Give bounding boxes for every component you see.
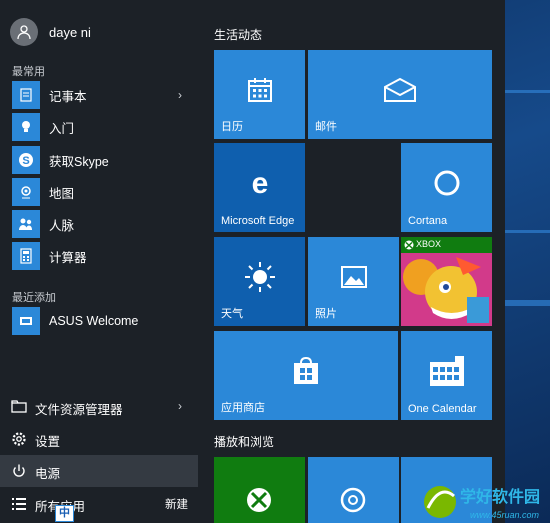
cortana-icon — [434, 170, 459, 196]
maps-icon — [12, 178, 40, 206]
section-recently-added: 最近添加 — [12, 292, 56, 304]
user-icon — [17, 25, 31, 40]
user-name: daye ni — [49, 24, 91, 40]
file-explorer-label: 文件资源管理器 — [35, 403, 123, 417]
app-notepad[interactable]: 记事本 › — [0, 79, 205, 111]
light-beam — [505, 230, 550, 233]
app-skype[interactable]: S 获取Skype — [0, 144, 205, 176]
app-label: 地图 — [49, 186, 75, 201]
skype-icon: S — [12, 146, 40, 174]
power-item[interactable]: 电源 — [0, 455, 198, 487]
app-maps[interactable]: 地图 — [0, 176, 205, 208]
tile-weather[interactable]: 天气 — [214, 237, 305, 326]
site-watermark-logo: 学好软件园 www.45ruan.com — [424, 486, 540, 520]
tile-label: 日历 — [221, 121, 243, 133]
calendar-icon — [247, 78, 272, 103]
list-icon — [12, 498, 26, 510]
people-icon — [12, 210, 40, 238]
settings-item[interactable]: 设置 — [0, 423, 205, 455]
xbox-banner: XBOX — [401, 237, 492, 252]
tile-xbox-game[interactable]: XBOX — [401, 237, 492, 326]
svg-text:S: S — [22, 155, 29, 167]
tile-groove-music[interactable] — [308, 457, 399, 523]
tile-label: 照片 — [315, 308, 337, 320]
sun-icon — [244, 262, 275, 293]
tile-label: 天气 — [221, 308, 243, 320]
start-menu: daye ni 最常用 记事本 › 入门 S 获取Skype 地图 人脉 计算器… — [0, 0, 505, 523]
tile-cortana[interactable]: Cortana — [401, 143, 492, 232]
section-most-used: 最常用 — [12, 66, 45, 78]
tile-label: One Calendar — [408, 403, 477, 415]
svg-text:e: e — [251, 168, 268, 198]
user-account[interactable]: daye ni — [10, 17, 91, 47]
light-beam — [505, 90, 550, 93]
one-calendar-icon — [429, 356, 464, 387]
all-apps-item[interactable]: 所有应用 新建 — [0, 488, 205, 520]
app-get-started[interactable]: 入门 — [0, 111, 205, 143]
app-label: ASUS Welcome — [49, 314, 139, 328]
asus-icon — [12, 307, 40, 335]
app-label: 获取Skype — [49, 154, 109, 169]
tile-label: Microsoft Edge — [221, 215, 295, 227]
ime-indicator[interactable]: 中 — [55, 505, 74, 522]
tile-label: 应用商店 — [221, 402, 265, 414]
start-left-pane: daye ni 最常用 记事本 › 入门 S 获取Skype 地图 人脉 计算器… — [0, 0, 205, 523]
group-label-play[interactable]: 播放和浏览 — [214, 433, 274, 450]
app-calculator[interactable]: 计算器 — [0, 240, 205, 272]
folder-icon — [11, 400, 27, 413]
app-label: 人脉 — [49, 218, 75, 233]
lightbulb-icon — [12, 113, 40, 141]
xbox-badge: XBOX — [416, 239, 442, 249]
settings-label: 设置 — [35, 435, 61, 449]
calculator-icon — [12, 242, 40, 270]
tile-edge[interactable]: e Microsoft Edge — [214, 143, 305, 232]
avatar — [10, 18, 38, 46]
tile-store[interactable]: 应用商店 — [214, 331, 398, 420]
svg-text:www.45ruan.com: www.45ruan.com — [470, 510, 540, 520]
chevron-right-icon[interactable]: › — [178, 399, 182, 413]
app-label: 记事本 — [49, 89, 87, 104]
xbox-icon — [247, 488, 271, 512]
tile-mail[interactable]: 邮件 — [308, 50, 492, 139]
edge-icon: e — [251, 168, 268, 198]
store-icon — [294, 357, 318, 385]
tile-label: Cortana — [408, 215, 448, 227]
tile-one-calendar[interactable]: One Calendar — [401, 331, 492, 420]
photos-icon — [340, 266, 367, 289]
mail-icon — [384, 77, 416, 103]
group-label-life[interactable]: 生活动态 — [214, 26, 262, 43]
svg-text:学好软件园: 学好软件园 — [460, 487, 540, 506]
app-asus-welcome[interactable]: ASUS Welcome — [0, 305, 205, 337]
power-icon — [13, 464, 25, 477]
xbox-icon — [404, 240, 414, 250]
music-disc-icon — [340, 487, 366, 513]
tile-photos[interactable]: 照片 — [308, 237, 399, 326]
chevron-right-icon[interactable]: › — [178, 88, 182, 102]
tile-calendar[interactable]: 日历 — [214, 50, 305, 139]
new-badge: 新建 — [165, 499, 188, 511]
tile-label: 邮件 — [315, 121, 337, 133]
app-label: 计算器 — [49, 250, 87, 265]
light-beam — [505, 300, 550, 306]
gear-icon — [12, 432, 26, 446]
notepad-icon — [12, 81, 40, 109]
app-label: 入门 — [49, 121, 75, 136]
power-label: 电源 — [35, 467, 61, 481]
file-explorer-item[interactable]: 文件资源管理器 › — [0, 391, 205, 423]
app-people[interactable]: 人脉 — [0, 208, 205, 240]
tile-xbox[interactable] — [214, 457, 305, 523]
